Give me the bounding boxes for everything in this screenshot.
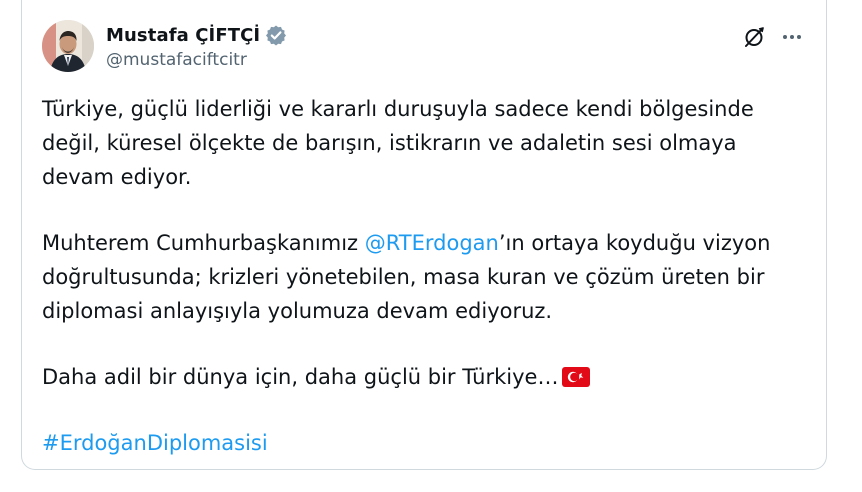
turkey-flag-icon xyxy=(562,363,591,387)
post-paragraph: Daha adil bir dünya için, daha güçlü bir… xyxy=(42,360,812,394)
author-handle[interactable]: @mustafaciftcitr xyxy=(106,50,287,70)
post-text: Türkiye, güçlü liderliği ve kararlı duru… xyxy=(42,92,812,492)
author-block: Mustafa ÇİFTÇİ @mustafaciftcitr xyxy=(106,23,287,70)
post-header: Mustafa ÇİFTÇİ @mustafaciftcitr xyxy=(42,20,808,76)
avatar[interactable] xyxy=(42,20,94,72)
post-paragraph: Muhterem Cumhurbaşkanımız @RTErdogan’ın … xyxy=(42,226,812,328)
post-text-fragment: Muhterem Cumhurbaşkanımız xyxy=(42,231,365,255)
author-display-name[interactable]: Mustafa ÇİFTÇİ xyxy=(106,25,260,46)
hashtag-link[interactable]: #ErdoğanDiplomasisi xyxy=(42,431,268,455)
grok-icon[interactable] xyxy=(742,25,766,49)
post-paragraph: #ErdoğanDiplomasisi xyxy=(42,426,812,460)
post-paragraph: Türkiye, güçlü liderliği ve kararlı duru… xyxy=(42,97,754,189)
more-options-icon[interactable] xyxy=(780,25,804,49)
verified-badge-icon[interactable] xyxy=(265,24,287,46)
post-card: Mustafa ÇİFTÇİ @mustafaciftcitr Türkiye,… xyxy=(21,0,827,470)
avatar-image xyxy=(42,20,94,72)
mention-link[interactable]: @RTErdogan xyxy=(365,231,499,255)
post-text-fragment: Daha adil bir dünya için, daha güçlü bir… xyxy=(42,365,559,389)
